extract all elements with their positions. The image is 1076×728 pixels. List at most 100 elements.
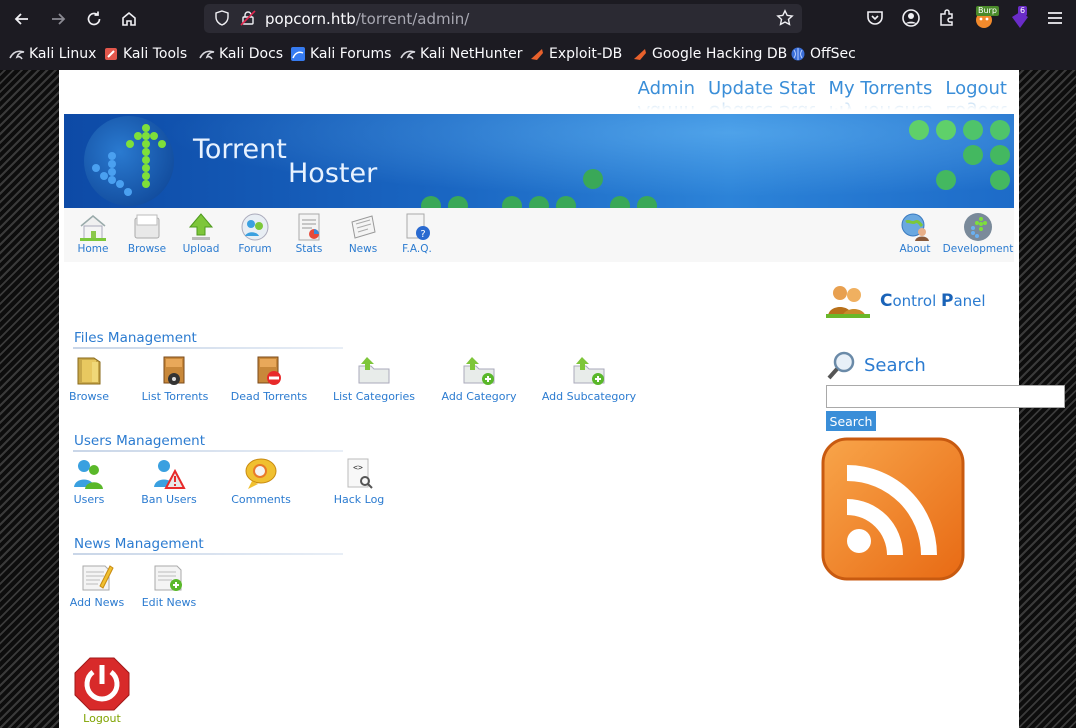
bookmark-label: OffSec — [810, 46, 856, 62]
extension-count-badge: 6 — [1018, 6, 1028, 16]
nav-faq[interactable]: ? F.A.Q. — [390, 212, 444, 255]
bookmark-kali-tools[interactable]: Kali Tools — [103, 45, 187, 63]
nav-browse[interactable]: Browse — [120, 212, 174, 255]
admin-dead-torrents[interactable]: Dead Torrents — [231, 354, 307, 403]
admin-item-label: Browse — [68, 390, 110, 403]
search-title: Search — [864, 354, 926, 376]
admin-users[interactable]: Users — [71, 457, 107, 506]
topnav-logout[interactable]: Logout — [945, 78, 1007, 100]
home-icon — [80, 215, 106, 241]
nav-upload[interactable]: Upload — [174, 212, 228, 255]
section-title-news: News Management — [74, 536, 204, 552]
extension-badge-icon[interactable]: 6 — [1009, 6, 1031, 30]
admin-item-label: Ban Users — [141, 493, 197, 506]
svg-text:<>: <> — [353, 463, 363, 472]
search-input[interactable] — [826, 385, 1065, 408]
bookmark-kali-nethunter[interactable]: Kali NetHunter — [400, 45, 522, 63]
admin-ban-users[interactable]: Ban Users — [141, 457, 197, 506]
logout-button[interactable]: Logout — [74, 657, 130, 725]
news-icon — [351, 215, 376, 239]
faq-icon: ? — [406, 213, 430, 240]
users-icon — [74, 460, 103, 489]
rss-feed-icon[interactable] — [821, 437, 965, 581]
stats-icon — [298, 213, 320, 241]
admin-add-news[interactable]: Add News — [69, 560, 125, 609]
admin-item-label: List Torrents — [141, 390, 209, 403]
admin-item-label: Users — [73, 493, 105, 506]
admin-comments[interactable]: Comments — [231, 457, 291, 506]
bookmark-google-hacking-db[interactable]: Google Hacking DB — [632, 45, 787, 63]
bookmark-label: Kali Forums — [310, 46, 392, 62]
bookmark-label: Kali Docs — [219, 46, 284, 62]
development-icon — [964, 213, 992, 241]
reload-icon[interactable] — [81, 6, 107, 32]
banner-dot — [583, 169, 603, 189]
magnifier-icon — [827, 351, 855, 380]
url-bar[interactable]: popcorn.htb/torrent/admin/ — [204, 4, 802, 33]
home-icon[interactable] — [116, 6, 142, 32]
admin-item-label: Edit News — [141, 596, 197, 609]
control-panel-header[interactable]: Control Panel — [826, 284, 986, 318]
topnav-my-torrents[interactable]: My Torrents — [828, 78, 932, 100]
banner-dot — [990, 145, 1010, 165]
admin-add-category[interactable]: Add Category — [441, 354, 517, 403]
control-panel-title: Control Panel — [880, 291, 986, 311]
back-icon[interactable] — [9, 6, 35, 32]
kali-forums-icon — [291, 47, 305, 61]
admin-list-categories[interactable]: List Categories — [333, 354, 415, 403]
admin-hack-log[interactable]: <> Hack Log — [334, 457, 384, 506]
bookmark-star-icon[interactable] — [776, 9, 794, 27]
admin-browse[interactable]: Browse — [69, 354, 109, 403]
admin-list-torrents[interactable]: List Torrents — [142, 354, 208, 403]
topnav-admin[interactable]: Admin — [638, 78, 695, 100]
banner-dot — [936, 170, 956, 190]
about-icon — [901, 213, 929, 241]
kali-dragon-icon — [400, 50, 416, 60]
url-text[interactable]: popcorn.htb/torrent/admin/ — [265, 10, 469, 28]
nav-development[interactable]: Development — [943, 212, 1013, 255]
shield-icon[interactable] — [214, 10, 230, 26]
bookmark-label: Kali NetHunter — [420, 46, 523, 62]
nav-news[interactable]: News — [336, 212, 390, 255]
nav-label: Upload — [182, 243, 220, 255]
account-icon[interactable] — [901, 8, 921, 28]
admin-item-label: Comments — [231, 493, 291, 506]
hack-log-icon: <> — [347, 458, 373, 489]
admin-edit-news[interactable]: Edit News — [141, 560, 197, 609]
admin-item-label: Add News — [69, 596, 125, 609]
extensions-icon[interactable] — [937, 8, 957, 28]
burp-extension-icon[interactable]: Burp — [973, 6, 999, 30]
hamburger-menu-icon[interactable] — [1045, 8, 1065, 28]
nav-stats[interactable]: Stats — [282, 212, 336, 255]
pocket-icon[interactable] — [865, 8, 885, 28]
browser-chrome: popcorn.htb/torrent/admin/ Burp 6 Kali L… — [0, 0, 1076, 70]
banner-dot — [963, 145, 983, 165]
admin-item-label: Dead Torrents — [230, 390, 308, 403]
url-path: /torrent/admin/ — [355, 10, 470, 28]
nav-forum[interactable]: Forum — [228, 212, 282, 255]
bookmark-kali-docs[interactable]: Kali Docs — [199, 45, 283, 63]
kali-dragon-icon — [199, 50, 215, 60]
search-header: Search — [826, 350, 926, 380]
add-subcategory-icon — [573, 357, 605, 385]
topnav-update-stat[interactable]: Update Stat — [708, 78, 815, 100]
forward-icon[interactable] — [45, 6, 71, 32]
bookmark-exploit-db[interactable]: Exploit-DB — [529, 45, 622, 63]
bookmark-offsec[interactable]: OffSec — [790, 45, 856, 63]
search-button[interactable]: Search — [826, 411, 876, 431]
nav-about[interactable]: About — [888, 212, 942, 255]
kali-tools-icon — [105, 48, 117, 60]
admin-item-label: Add Subcategory — [541, 390, 637, 403]
site-banner: Torrent Hoster — [64, 114, 1014, 208]
power-icon — [74, 657, 130, 711]
lock-insecure-icon[interactable] — [240, 10, 256, 26]
nav-home[interactable]: Home — [66, 212, 120, 255]
banner-dot — [963, 120, 983, 140]
bookmark-kali-linux[interactable]: Kali Linux — [9, 45, 96, 63]
svg-text:?: ? — [420, 229, 425, 240]
site-logo-icon[interactable] — [84, 116, 174, 206]
admin-add-subcategory[interactable]: Add Subcategory — [541, 354, 637, 403]
bookmark-kali-forums[interactable]: Kali Forums — [290, 45, 391, 63]
logout-label: Logout — [83, 712, 121, 725]
add-category-icon — [463, 357, 495, 385]
